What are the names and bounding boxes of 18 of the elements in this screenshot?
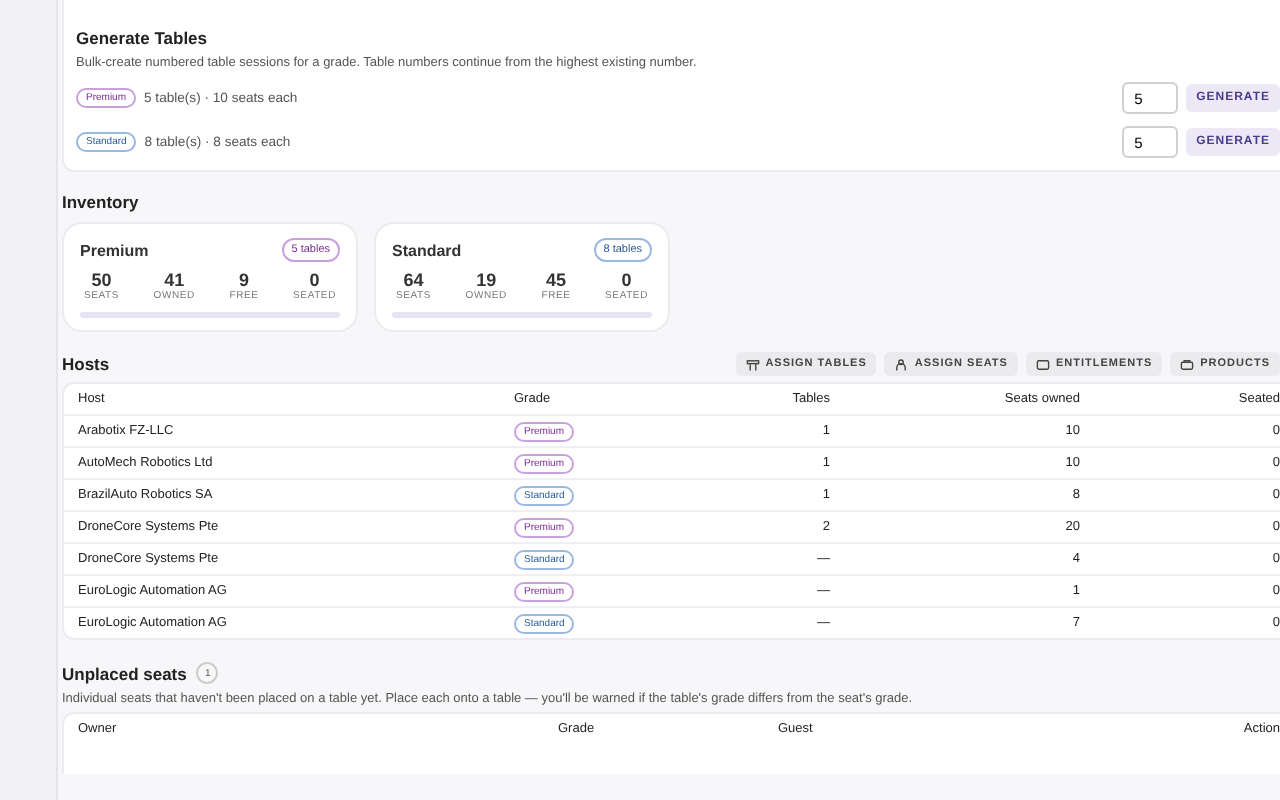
section-title: Inventory (62, 192, 141, 212)
stat-value: 64 (401, 270, 426, 290)
stat-value: 45 (544, 270, 569, 290)
section-title: Hosts (62, 354, 110, 374)
person-icon (894, 357, 909, 371)
rectangle-icon (1035, 357, 1050, 371)
stat-value: 41 (162, 270, 187, 290)
section-title: Generate Tables (76, 28, 210, 48)
grade-name: Standard (392, 241, 462, 259)
section-title: Unplaced seats (62, 663, 187, 683)
stat-value: 0 (307, 270, 322, 290)
stat-value: 50 (89, 270, 114, 290)
grade-name: Premium (80, 241, 149, 259)
stat-value: 9 (237, 270, 252, 290)
stat-value: 0 (619, 270, 634, 290)
table-icon (745, 357, 760, 371)
box-icon (1180, 357, 1195, 371)
stat-value: 19 (474, 270, 499, 290)
